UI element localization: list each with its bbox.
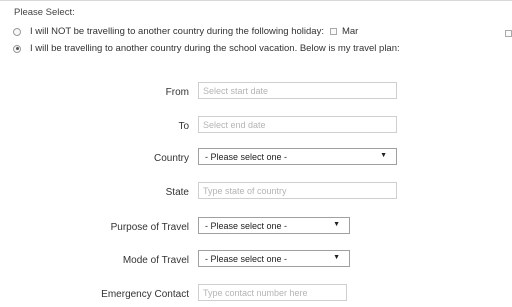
holiday-mar-checkbox[interactable] xyxy=(329,28,337,35)
option-not-travelling-label: I will NOT be travelling to another coun… xyxy=(30,26,324,37)
please-select-heading: Please Select: xyxy=(14,7,75,18)
purpose-label: Purpose of Travel xyxy=(110,222,189,233)
radio-not-travelling[interactable] xyxy=(13,27,21,36)
mode-select[interactable]: - Please select one - ▼ xyxy=(198,250,350,267)
from-label: From xyxy=(165,87,189,98)
option-travelling[interactable]: I will be travelling to another country … xyxy=(13,43,400,54)
travel-plan-form: Please Select: I will NOT be travelling … xyxy=(0,0,512,307)
radio-travelling[interactable] xyxy=(13,44,21,53)
mode-label: Mode of Travel xyxy=(122,255,189,266)
caret-down-icon: ▼ xyxy=(333,221,340,228)
purpose-select[interactable]: - Please select one - ▼ xyxy=(198,217,350,234)
to-date-input[interactable] xyxy=(198,116,397,133)
country-select-value: - Please select one - xyxy=(205,151,288,162)
emergency-contact-input[interactable] xyxy=(198,284,347,301)
option-travelling-label: I will be travelling to another country … xyxy=(30,43,400,54)
top-divider xyxy=(0,0,512,1)
state-input[interactable] xyxy=(198,182,397,199)
caret-down-icon: ▼ xyxy=(380,152,387,159)
emergency-label: Emergency Contact xyxy=(101,289,189,300)
to-label: To xyxy=(178,121,189,132)
country-label: Country xyxy=(153,153,189,164)
mode-select-value: - Please select one - xyxy=(205,253,288,264)
country-select[interactable]: - Please select one - ▼ xyxy=(198,148,397,165)
purpose-select-value: - Please select one - xyxy=(205,220,288,231)
state-label: State xyxy=(165,187,189,198)
holiday-next-checkbox[interactable] xyxy=(505,30,512,37)
from-date-input[interactable] xyxy=(198,82,397,99)
option-not-travelling[interactable]: I will NOT be travelling to another coun… xyxy=(13,26,358,37)
caret-down-icon: ▼ xyxy=(333,254,340,261)
holiday-mar-label: Mar xyxy=(341,26,359,37)
